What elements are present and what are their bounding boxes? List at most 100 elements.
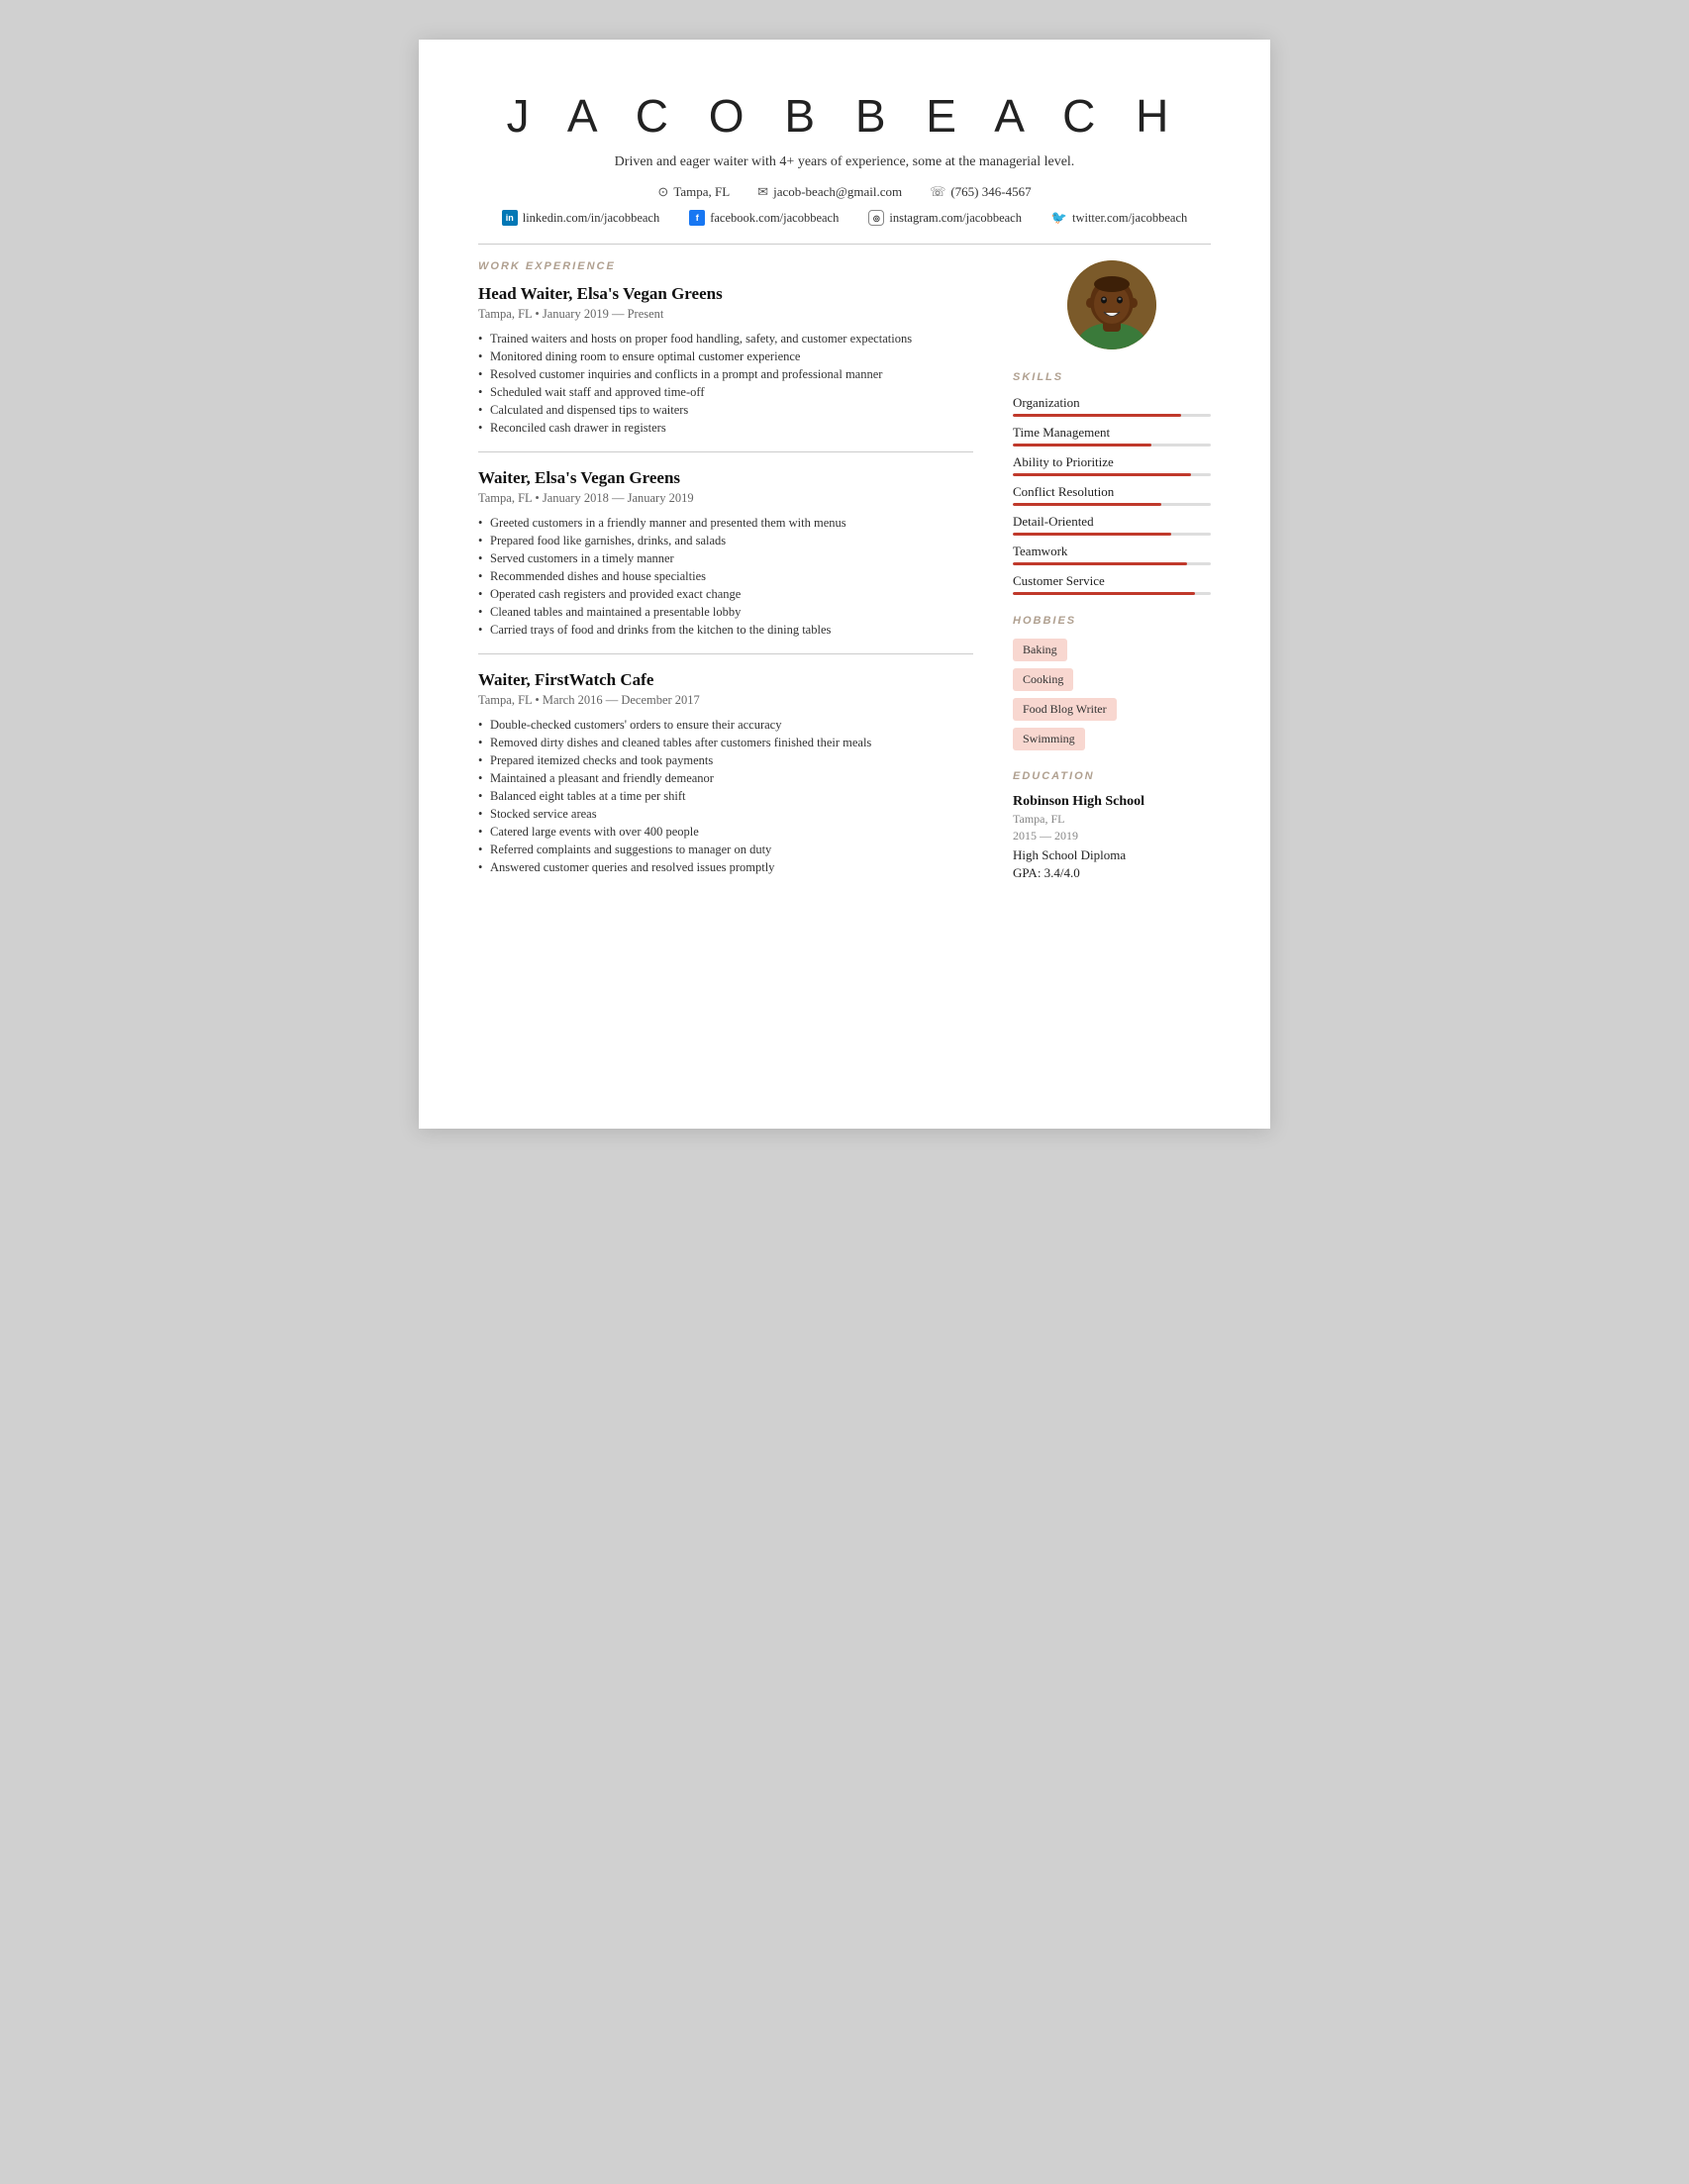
edu-gpa: GPA: 3.4/4.0 — [1013, 865, 1211, 881]
skill-bar-bg-1 — [1013, 444, 1211, 447]
twitter-item: 🐦 twitter.com/jacobbeach — [1051, 210, 1187, 226]
job-block-0: Head Waiter, Elsa's Vegan Greens Tampa, F… — [478, 284, 973, 452]
instagram-item: ◎ instagram.com/jacobbeach — [868, 210, 1022, 226]
avatar — [1067, 260, 1156, 349]
job-meta-0: Tampa, FL • January 2019 — Present — [478, 307, 973, 322]
bullet-1-0: Greeted customers in a friendly manner a… — [478, 516, 973, 531]
bullet-0-4: Calculated and dispensed tips to waiters — [478, 403, 973, 418]
bullet-2-2: Prepared itemized checks and took paymen… — [478, 753, 973, 768]
bullet-2-6: Catered large events with over 400 peopl… — [478, 825, 973, 840]
bullet-1-2: Served customers in a timely manner — [478, 551, 973, 566]
skill-bar-fill-2 — [1013, 473, 1191, 476]
job-block-2: Waiter, FirstWatch Cafe Tampa, FL • March… — [478, 670, 973, 875]
skill-item-3: Conflict Resolution — [1013, 484, 1211, 506]
phone-item: ☏ (765) 346-4567 — [930, 184, 1032, 200]
bullet-0-1: Monitored dining room to ensure optimal … — [478, 349, 973, 364]
skill-name-3: Conflict Resolution — [1013, 484, 1211, 500]
bullet-1-5: Cleaned tables and maintained a presenta… — [478, 605, 973, 620]
hobbies-label: HOBBIES — [1013, 615, 1211, 627]
job-bullets-1: Greeted customers in a friendly manner a… — [478, 516, 973, 638]
hobby-tag-2: Food Blog Writer — [1013, 698, 1117, 721]
skill-item-1: Time Management — [1013, 425, 1211, 447]
contact-row: ⊙ Tampa, FL ✉ jacob-beach@gmail.com ☏ (7… — [478, 184, 1211, 200]
candidate-tagline: Driven and eager waiter with 4+ years of… — [478, 154, 1211, 170]
email-item: ✉ jacob-beach@gmail.com — [757, 184, 902, 200]
bullet-1-3: Recommended dishes and house specialties — [478, 569, 973, 584]
edu-location: Tampa, FL — [1013, 812, 1211, 827]
job-title-2: Waiter, FirstWatch Cafe — [478, 670, 973, 690]
skill-name-0: Organization — [1013, 395, 1211, 411]
location-text: Tampa, FL — [673, 184, 730, 200]
job-meta-2: Tampa, FL • March 2016 — December 2017 — [478, 693, 973, 708]
skill-item-6: Customer Service — [1013, 573, 1211, 595]
skill-item-4: Detail-Oriented — [1013, 514, 1211, 536]
skill-bar-bg-4 — [1013, 533, 1211, 536]
instagram-text: instagram.com/jacobbeach — [889, 211, 1022, 226]
job-divider-0 — [478, 451, 973, 452]
skill-name-5: Teamwork — [1013, 544, 1211, 559]
skill-item-0: Organization — [1013, 395, 1211, 417]
skill-bar-fill-0 — [1013, 414, 1181, 417]
email-text: jacob-beach@gmail.com — [773, 184, 902, 200]
social-row: in linkedin.com/in/jacobbeach f facebook… — [478, 210, 1211, 226]
skill-bar-bg-3 — [1013, 503, 1211, 506]
facebook-item: f facebook.com/jacobbeach — [689, 210, 839, 226]
resume-page: J A C O B B E A C H Driven and eager wai… — [419, 40, 1270, 1129]
bullet-0-2: Resolved customer inquiries and conflict… — [478, 367, 973, 382]
job-meta-1: Tampa, FL • January 2018 — January 2019 — [478, 491, 973, 506]
facebook-text: facebook.com/jacobbeach — [710, 211, 839, 226]
edu-school: Robinson High School — [1013, 794, 1211, 810]
skill-bar-bg-6 — [1013, 592, 1211, 595]
skill-name-1: Time Management — [1013, 425, 1211, 441]
bullet-2-5: Stocked service areas — [478, 807, 973, 822]
skill-bar-fill-6 — [1013, 592, 1195, 595]
twitter-icon: 🐦 — [1051, 210, 1067, 226]
skill-bar-fill-5 — [1013, 562, 1187, 565]
location-icon: ⊙ — [657, 184, 668, 200]
hobbies-container: Baking Cooking Food Blog Writer Swimming — [1013, 639, 1211, 750]
phone-icon: ☏ — [930, 184, 945, 200]
bullet-0-0: Trained waiters and hosts on proper food… — [478, 332, 973, 347]
bullet-0-3: Scheduled wait staff and approved time-o… — [478, 385, 973, 400]
skill-name-4: Detail-Oriented — [1013, 514, 1211, 530]
skill-name-6: Customer Service — [1013, 573, 1211, 589]
linkedin-text: linkedin.com/in/jacobbeach — [523, 211, 660, 226]
skills-label: SKILLS — [1013, 371, 1211, 383]
education-label: EDUCATION — [1013, 770, 1211, 782]
resume-header: J A C O B B E A C H Driven and eager wai… — [478, 89, 1211, 226]
job-bullets-0: Trained waiters and hosts on proper food… — [478, 332, 973, 436]
bullet-2-1: Removed dirty dishes and cleaned tables … — [478, 736, 973, 750]
skill-bar-fill-1 — [1013, 444, 1151, 447]
skill-item-5: Teamwork — [1013, 544, 1211, 565]
hobby-tag-0: Baking — [1013, 639, 1067, 661]
linkedin-icon: in — [502, 210, 518, 226]
hobbies-section: HOBBIES Baking Cooking Food Blog Writer Swi… — [1013, 615, 1211, 750]
job-title-0: Head Waiter, Elsa's Vegan Greens — [478, 284, 973, 304]
jobs-container: Head Waiter, Elsa's Vegan Greens Tampa, F… — [478, 284, 973, 875]
bullet-2-0: Double-checked customers' orders to ensu… — [478, 718, 973, 733]
linkedin-item: in linkedin.com/in/jacobbeach — [502, 210, 660, 226]
skill-bar-bg-2 — [1013, 473, 1211, 476]
education-section: EDUCATION Robinson High School Tampa, FL… — [1013, 770, 1211, 881]
instagram-icon: ◎ — [868, 210, 884, 226]
bullet-2-3: Maintained a pleasant and friendly demea… — [478, 771, 973, 786]
avatar-container — [1013, 260, 1211, 349]
skill-bar-bg-0 — [1013, 414, 1211, 417]
left-column: WORK EXPERIENCE Head Waiter, Elsa's Vega… — [478, 260, 973, 885]
work-experience-label: WORK EXPERIENCE — [478, 260, 973, 272]
bullet-1-1: Prepared food like garnishes, drinks, an… — [478, 534, 973, 548]
header-divider — [478, 244, 1211, 245]
bullet-0-5: Reconciled cash drawer in registers — [478, 421, 973, 436]
skills-container: OrganizationTime ManagementAbility to Pr… — [1013, 395, 1211, 595]
hobby-tag-1: Cooking — [1013, 668, 1073, 691]
bullet-2-7: Referred complaints and suggestions to m… — [478, 843, 973, 857]
avatar-svg — [1067, 260, 1156, 349]
bullet-2-4: Balanced eight tables at a time per shif… — [478, 789, 973, 804]
right-column: SKILLS OrganizationTime ManagementAbilit… — [1013, 260, 1211, 885]
hobby-tag-3: Swimming — [1013, 728, 1085, 750]
job-divider-1 — [478, 653, 973, 654]
edu-dates: 2015 — 2019 — [1013, 829, 1211, 844]
location-item: ⊙ Tampa, FL — [657, 184, 730, 200]
skill-bar-fill-3 — [1013, 503, 1161, 506]
main-layout: WORK EXPERIENCE Head Waiter, Elsa's Vega… — [478, 260, 1211, 885]
